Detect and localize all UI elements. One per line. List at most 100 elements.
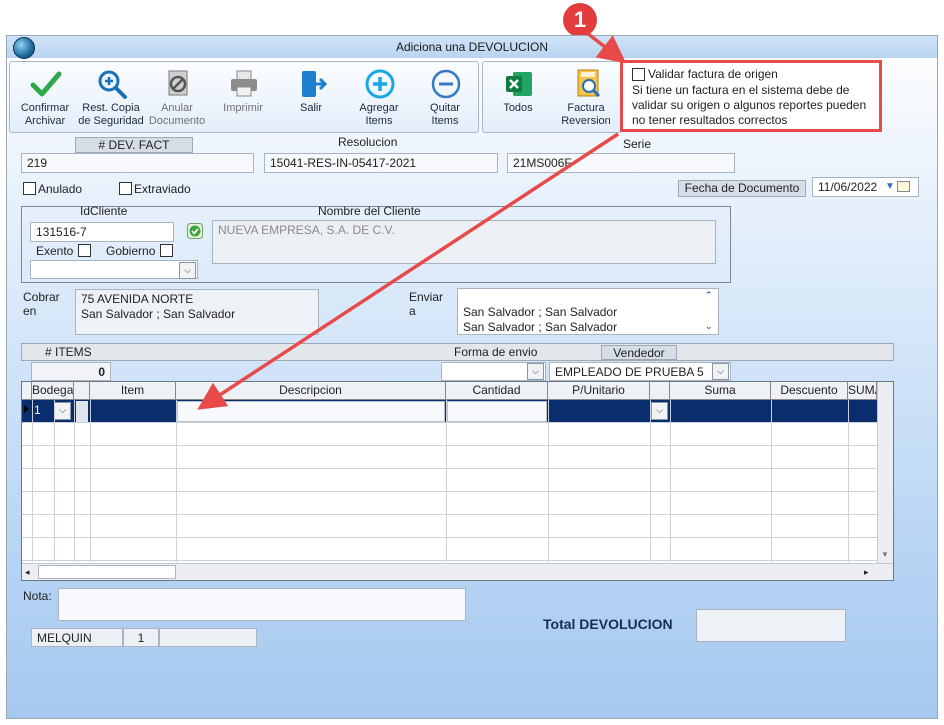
send-address-field[interactable]: San Salvador ; San Salvador San Salvador… — [457, 288, 719, 335]
grid-line — [771, 400, 772, 562]
calendar-dropdown-icon[interactable]: ▼ — [885, 181, 917, 195]
print-label: Imprimir — [223, 102, 263, 114]
client-name-field[interactable]: NUEVA EMPRESA, S.A. DE C.V. — [212, 220, 716, 264]
seller-dropdown-icon[interactable]: ⌵ — [712, 363, 729, 380]
gobierno-label: Gobierno — [106, 244, 156, 258]
col-header-item[interactable]: Item — [90, 382, 176, 400]
charge-address-line1: 75 AVENIDA NORTE — [81, 292, 194, 306]
devolucion-window: Adiciona una DEVOLUCION Confirmar Archiv… — [6, 35, 938, 719]
invoice-reversal-button[interactable]: Factura Reversion — [553, 62, 619, 132]
grid-line — [548, 400, 549, 562]
client-id-field[interactable]: 131516-7 — [30, 222, 174, 242]
add-items-button[interactable]: Agregar Items — [346, 62, 412, 132]
total-devolucion-field — [696, 609, 846, 642]
verified-check-icon[interactable] — [187, 223, 203, 239]
restore-backup-button[interactable]: Rest. Copia de Seguridad — [78, 62, 144, 132]
validation-callout: Validar factura de origen Si tiene un fa… — [620, 60, 882, 132]
dev-fact-field[interactable]: 219 — [21, 153, 254, 173]
punitario-dropdown-icon[interactable]: ⌵ — [651, 402, 668, 420]
seller-select[interactable]: EMPLEADO DE PRUEBA 5 — [549, 362, 731, 381]
anulado-checkbox[interactable] — [23, 182, 36, 195]
remove-items-button[interactable]: Quitar Items — [412, 62, 478, 132]
confirm-archive-button[interactable]: Confirmar Archivar — [12, 62, 78, 132]
grid-line — [90, 400, 91, 562]
toolbar-main: Confirmar Archivar Rest. Copia de Seguri… — [9, 61, 479, 133]
user-field: MELQUIN — [31, 628, 123, 647]
all-excel-button[interactable]: Todos — [485, 62, 551, 132]
validate-origin-label: Validar factura de origen — [648, 67, 778, 81]
series-label: Serie — [623, 137, 652, 151]
items-count-field: 0 — [31, 362, 111, 381]
gobierno-checkbox[interactable] — [160, 244, 173, 257]
grid-line — [32, 400, 33, 562]
void-document-icon — [168, 70, 188, 96]
col-header-suma-total[interactable]: SUMA — [848, 382, 877, 400]
note-label: Nota: — [23, 589, 52, 603]
table-row[interactable] — [22, 515, 877, 538]
col-header-punitario[interactable]: P/Unitario — [548, 382, 650, 400]
col-header-cantidad[interactable]: Cantidad — [446, 382, 548, 400]
printer-icon — [231, 70, 257, 97]
table-row[interactable] — [22, 469, 877, 492]
grid-line — [54, 400, 55, 562]
client-panel: IdCliente 131516-7 Nombre del Cliente NU… — [21, 204, 731, 283]
add-items-label: Agregar Items — [359, 102, 399, 127]
grid-corner — [22, 382, 32, 400]
print-button[interactable]: Imprimir — [210, 62, 276, 132]
send-to-label: Enviar a — [409, 290, 444, 318]
table-row[interactable] — [22, 492, 877, 515]
send-scroll-up-icon[interactable]: ⌃ — [705, 290, 713, 301]
client-type-select[interactable] — [30, 260, 198, 279]
scroll-left-icon[interactable]: ◂ — [25, 567, 30, 578]
cantidad-cell[interactable] — [447, 401, 547, 422]
void-document-button[interactable]: Anular Documento — [144, 62, 210, 132]
scroll-right-icon[interactable]: ▸ — [864, 567, 869, 578]
bodega-cell[interactable]: 1 — [34, 403, 41, 417]
shipping-label: Forma de envio — [454, 345, 538, 359]
col-header-spacer — [74, 382, 90, 400]
grid-line — [848, 400, 849, 562]
scroll-thumb[interactable] — [38, 565, 176, 579]
charge-address-field[interactable]: 75 AVENIDA NORTE San Salvador ; San Salv… — [75, 289, 319, 335]
table-row[interactable] — [22, 538, 877, 561]
validate-origin-checkbox[interactable] — [632, 68, 645, 81]
doc-date-label: Fecha de Documento — [678, 180, 806, 197]
charge-to-label: Cobrar en — [23, 290, 60, 318]
grid-line — [74, 400, 75, 562]
exit-button[interactable]: Salir — [278, 62, 344, 132]
horizontal-scrollbar[interactable]: ◂ ▸ — [22, 563, 893, 580]
col-header-descuento[interactable]: Descuento — [771, 382, 848, 400]
restore-label: Rest. Copia de Seguridad — [78, 102, 144, 127]
scroll-down-icon[interactable]: ▼ — [881, 550, 889, 559]
window-title: Adiciona una DEVOLUCION — [395, 40, 549, 54]
descripcion-cell[interactable] — [177, 401, 445, 422]
note-field[interactable] — [58, 588, 466, 621]
extraviado-checkbox[interactable] — [119, 182, 132, 195]
send-scroll-down-icon[interactable]: ⌄ — [705, 321, 713, 332]
grid-line — [670, 400, 671, 562]
table-row[interactable]: 1 ⌵ ⌵ — [22, 400, 877, 423]
table-row[interactable] — [22, 423, 877, 446]
vertical-scrollbar[interactable]: ▼ — [877, 382, 893, 563]
invoice-reversal-icon — [577, 69, 601, 98]
col-header-suma[interactable]: Suma — [670, 382, 771, 400]
toolbar-export: Todos Factura Reversion — [482, 61, 622, 133]
title-bar: Adiciona una DEVOLUCION — [7, 36, 937, 59]
shipping-dropdown-icon[interactable]: ⌵ — [527, 363, 544, 380]
col-header-bodega[interactable]: Bodega — [32, 382, 74, 400]
excel-icon — [506, 72, 532, 96]
table-row[interactable] — [22, 446, 877, 469]
series-field[interactable]: 21MS006F — [507, 153, 735, 173]
row-pointer-icon — [24, 405, 29, 413]
grid-line — [650, 400, 651, 562]
extraviado-label: Extraviado — [134, 182, 191, 196]
bodega-dropdown-icon[interactable]: ⌵ — [54, 402, 71, 420]
checkmark-icon — [30, 71, 62, 97]
items-grid[interactable]: Bodega Item Descripcion Cantidad P/Unita… — [21, 381, 894, 581]
resolution-field[interactable]: 15041-RES-IN-05417-2021 — [264, 153, 498, 173]
col-header-descripcion[interactable]: Descripcion — [176, 382, 446, 400]
resolution-label: Resolucion — [338, 135, 398, 149]
exento-checkbox[interactable] — [78, 244, 91, 257]
client-type-dropdown-icon[interactable]: ⌵ — [179, 262, 196, 279]
spacer-cell — [76, 401, 88, 422]
